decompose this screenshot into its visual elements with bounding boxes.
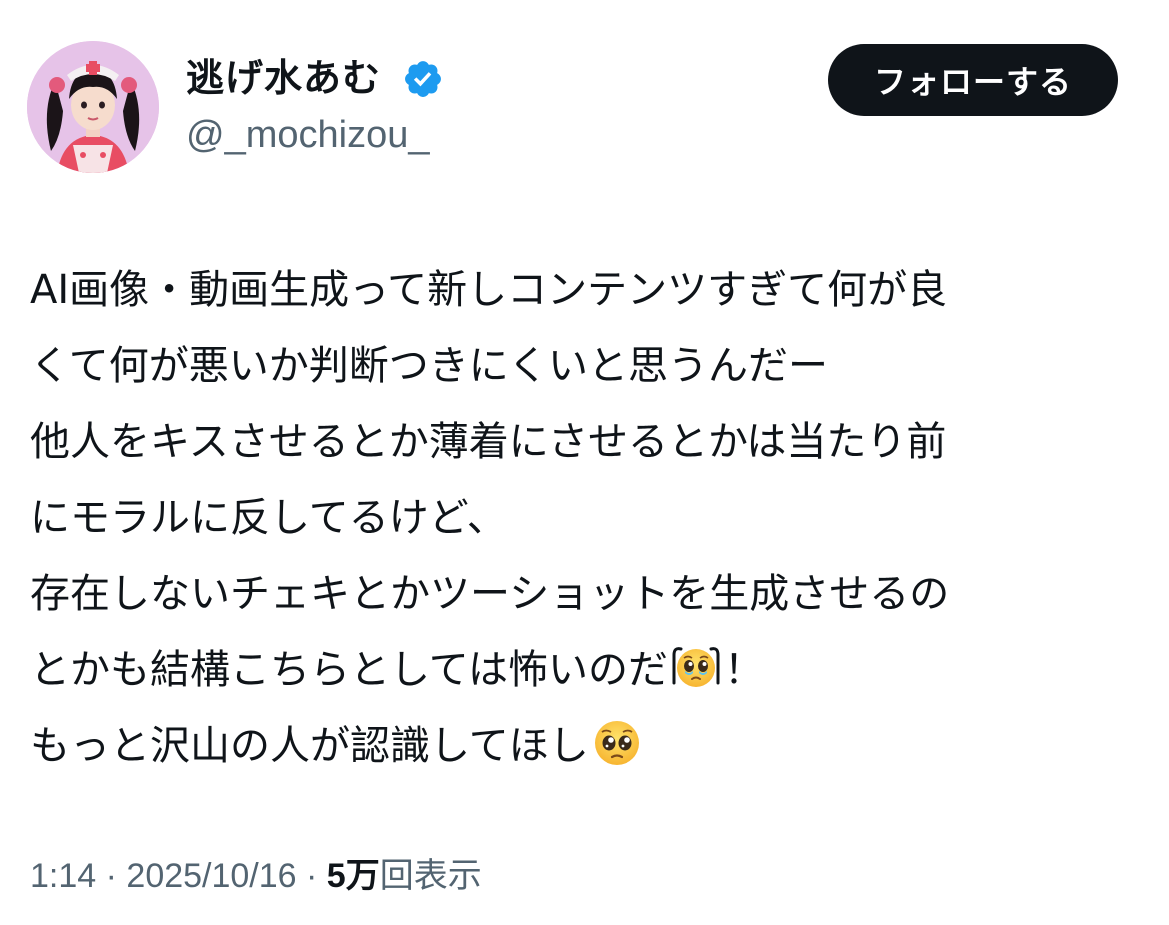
view-count: 5万 [326,857,380,895]
holding-back-tears-emoji-icon [672,647,720,687]
tweet-text-line: 他人をキスさせるとか薄着にさせるとかは当たり前 [30,419,947,465]
author-display-name[interactable]: 逃げ水あむ [186,50,381,106]
avatar-image [27,41,159,173]
tweet-text-segment: ！ [724,647,764,693]
tweet-card: 逃げ水あむ @_mochizou_ フォローする AI画像・動画生成って新しコン… [0,0,1169,925]
verified-badge-icon [405,61,441,97]
meta-separator: · [96,857,127,895]
follow-button[interactable]: フォローする [828,44,1118,116]
tweet-text-line: にモラルに反してるけど、 [30,495,507,541]
tweet-text-line: AI画像・動画生成って新しコンテンツすぎて何が良 [30,267,948,313]
tweet-text: AI画像・動画生成って新しコンテンツすぎて何が良 くて何が悪いか判断つきにくいと… [30,252,1140,784]
tweet-text-segment: とかも結構こちらとしては怖いのだ [30,647,668,693]
tweet-meta: 1:14 · 2025/10/16 · 5万回表示 [30,852,482,900]
tweet-text-line: 存在しないチェキとかツーショットを生成させるの [30,571,950,617]
tweet-text-segment: もっと沢山の人が認識してほし [30,723,589,769]
tweet-text-line: くて何が悪いか判断つきにくいと思うんだー [30,343,828,389]
tweet-text-line: もっと沢山の人が認識してほし [30,708,1140,784]
view-count-label: 回表示 [379,857,482,895]
meta-separator: · [296,857,327,895]
avatar[interactable] [27,41,159,173]
author-handle[interactable]: @_mochizou_ [186,110,429,160]
tweet-text-line: とかも結構こちらとしては怖いのだ ！ [30,632,1140,708]
pleading-face-emoji-icon [594,721,639,765]
tweet-date[interactable]: 2025/10/16 [126,857,296,895]
tweet-time[interactable]: 1:14 [30,857,96,895]
